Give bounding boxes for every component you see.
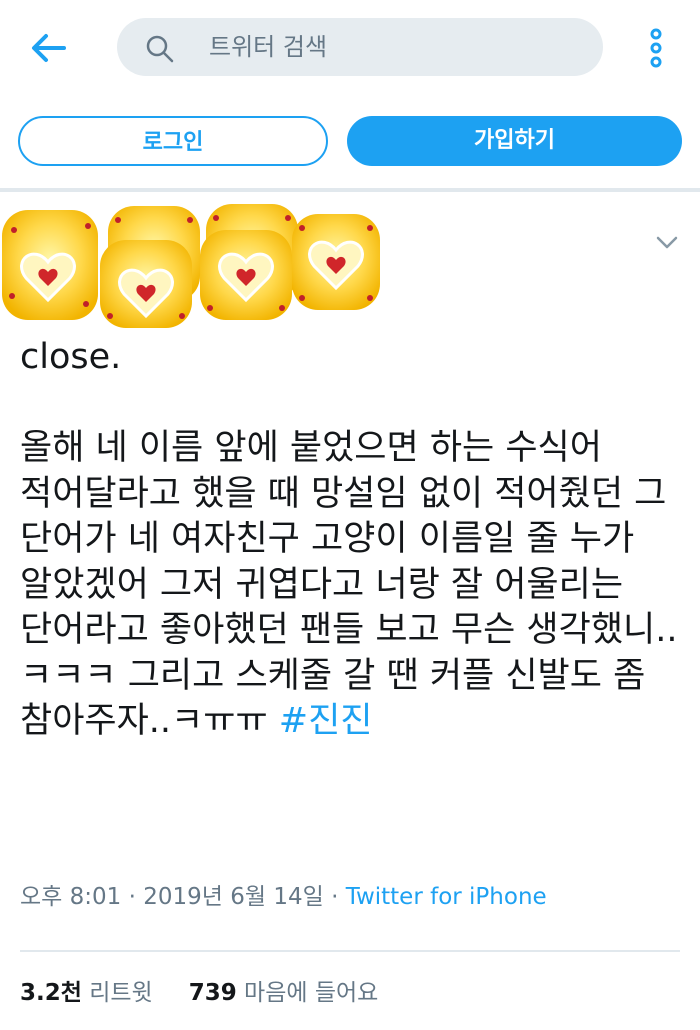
chevron-down-icon[interactable] xyxy=(654,232,680,252)
meta-separator: · xyxy=(331,884,346,910)
tweet-date: 2019년 6월 14일 xyxy=(143,884,324,910)
tweet-stats: 3.2천 리트윗 739 마음에 들어요 xyxy=(20,978,378,1008)
golden-hearts-image xyxy=(2,204,380,328)
tweet-line-close: close. xyxy=(20,337,122,377)
tweet-source-link[interactable]: Twitter for iPhone xyxy=(346,884,547,910)
tweet-meta: 오후 8:01 · 2019년 6월 14일 · Twitter for iPh… xyxy=(20,882,547,912)
retweet-stat[interactable]: 3.2천 리트윗 xyxy=(20,980,153,1006)
like-stat[interactable]: 739 마음에 들어요 xyxy=(189,980,379,1006)
tweet-body: 올해 네 이름 앞에 붙었으면 하는 수식어 적어달라고 했을 때 망설임 없이… xyxy=(20,428,678,741)
search-placeholder: 트위터 검색 xyxy=(209,33,328,61)
signup-button[interactable]: 가입하기 xyxy=(347,116,682,166)
retweet-label: 리트윗 xyxy=(89,980,153,1006)
tweet-time: 오후 8:01 xyxy=(20,884,122,910)
divider xyxy=(0,188,700,192)
retweet-count: 3.2천 xyxy=(20,980,82,1006)
arrow-left-icon[interactable] xyxy=(28,30,68,66)
auth-bar: 로그인 가입하기 xyxy=(0,92,700,188)
divider xyxy=(20,950,680,952)
login-button[interactable]: 로그인 xyxy=(18,116,328,166)
search-icon xyxy=(146,35,174,63)
search-bar[interactable]: 트위터 검색 xyxy=(117,18,603,76)
like-count: 739 xyxy=(188,980,237,1006)
meta-separator: · xyxy=(128,884,144,910)
tweet-text: close. 올해 네 이름 앞에 붙었으면 하는 수식어 적어달라고 했을 때 … xyxy=(20,335,680,745)
more-vertical-icon[interactable] xyxy=(646,28,666,68)
hashtag-link[interactable]: #진진 xyxy=(279,701,373,741)
like-label: 마음에 들어요 xyxy=(244,980,379,1006)
top-bar: 트위터 검색 xyxy=(0,0,700,92)
